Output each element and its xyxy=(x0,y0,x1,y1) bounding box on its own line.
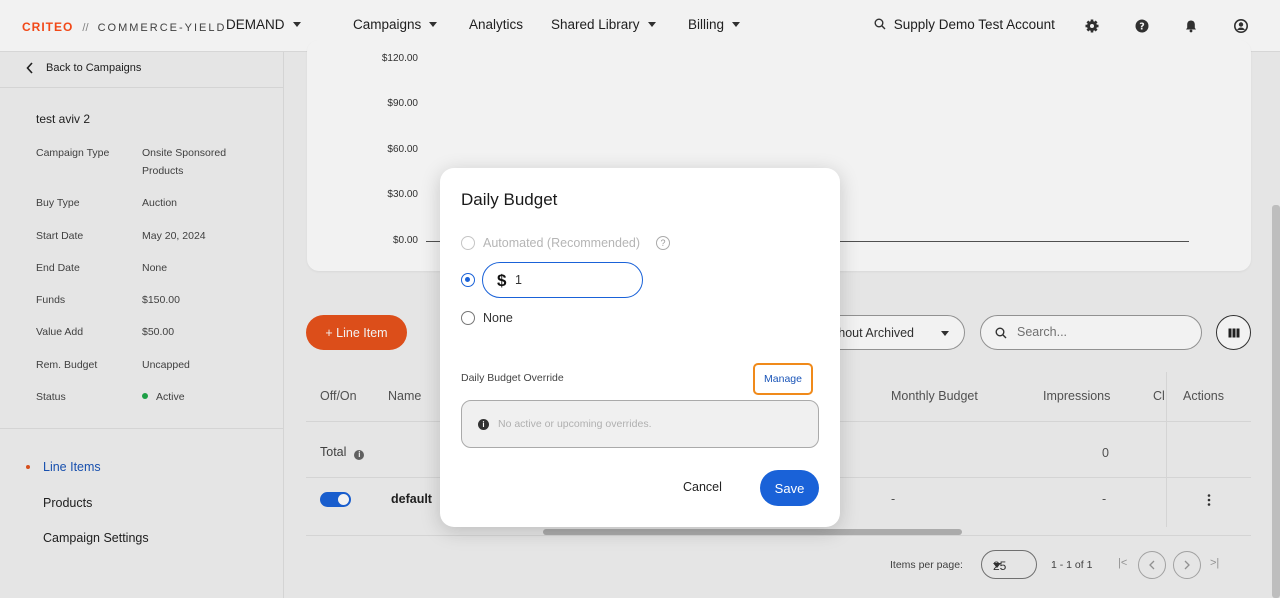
automated-label: Automated (Recommended) xyxy=(483,236,641,250)
help-icon[interactable]: ? xyxy=(656,236,670,250)
manage-label: Manage xyxy=(764,373,802,385)
cancel-button[interactable]: Cancel xyxy=(683,480,722,494)
daily-budget-dialog: Daily Budget Automated (Recommended) ? $… xyxy=(440,168,840,527)
dialog-title: Daily Budget xyxy=(461,190,558,209)
override-message: No active or upcoming overrides. xyxy=(498,418,652,430)
currency-symbol: $ xyxy=(497,271,507,290)
manage-button[interactable]: Manage xyxy=(753,363,813,395)
override-info-box: i No active or upcoming overrides. xyxy=(461,400,819,448)
budget-amount-field: $ xyxy=(482,262,643,298)
none-label: None xyxy=(483,311,513,325)
budget-amount-input[interactable] xyxy=(515,273,625,287)
override-label: Daily Budget Override xyxy=(461,372,564,384)
none-radio[interactable] xyxy=(461,311,475,325)
save-label: Save xyxy=(774,480,805,496)
save-button[interactable]: Save xyxy=(760,470,819,506)
info-icon: i xyxy=(478,419,489,430)
automated-radio[interactable] xyxy=(461,236,475,250)
custom-budget-radio[interactable] xyxy=(461,273,475,287)
